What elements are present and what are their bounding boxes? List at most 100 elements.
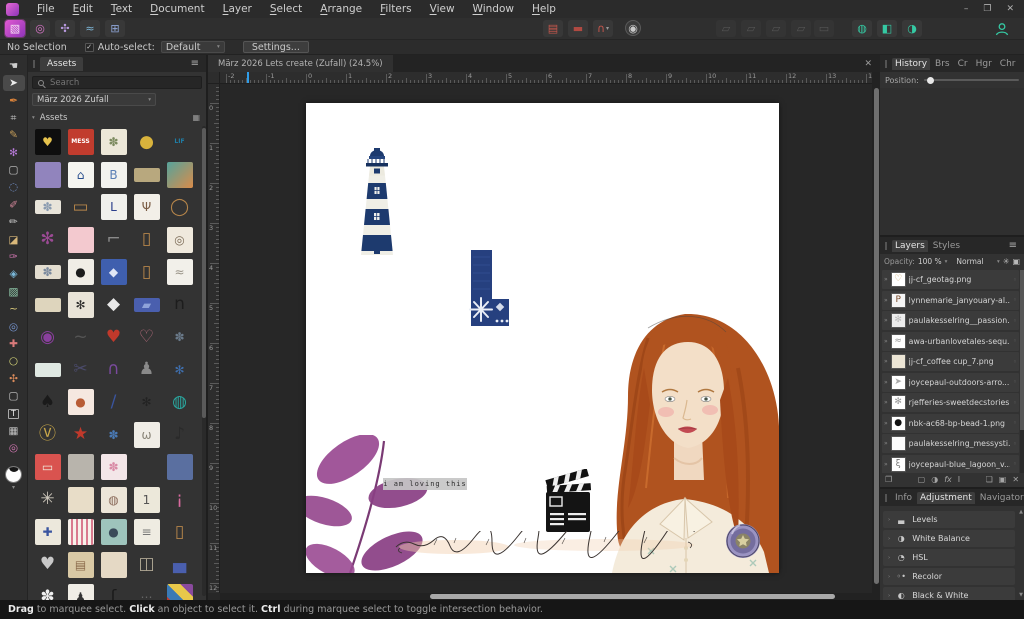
asset-life-letters[interactable]: LIF [167, 129, 193, 155]
assets-scrollbar[interactable] [202, 126, 206, 596]
asset-red-star[interactable]: ★ [68, 422, 94, 448]
layer-row[interactable]: »ξjoycepaul-blue_lagoon_v...◦ [882, 455, 1019, 474]
selection-brush-tool[interactable]: ✎ [3, 128, 25, 144]
panel-menu-icon[interactable]: ≡ [1004, 240, 1022, 251]
tab-styles[interactable]: Styles [930, 240, 963, 252]
asset-blue-blossoms[interactable]: ✽ [101, 422, 127, 448]
asset-floral-paper[interactable] [68, 487, 94, 513]
auto-select-preset-dropdown[interactable]: Default ▾ [161, 41, 225, 53]
tone-mapping-persona-button[interactable]: ≈ [80, 20, 100, 37]
asset-scissors-sticker[interactable]: ✂ [68, 357, 94, 383]
layer-edit-indicator-icon[interactable]: ◦ [1013, 378, 1017, 386]
panel-grip-icon[interactable]: ‖ [882, 493, 890, 502]
asset-blue-pattern-tape[interactable]: ▰ [134, 298, 160, 312]
asset-stacked-cars[interactable]: ▤ [68, 552, 94, 578]
layer-edit-indicator-icon[interactable]: ◦ [1013, 317, 1017, 325]
asset-ink-wisp[interactable]: ~ [68, 324, 94, 350]
assets-section-header[interactable]: ▾ Assets ▦ [32, 111, 204, 124]
tab-history[interactable]: History [892, 58, 930, 70]
tab-layers[interactable]: Layers [892, 240, 928, 252]
asset-metal-corner-frame[interactable]: ⌐ [101, 227, 127, 253]
tab-navigator[interactable]: Navigator [977, 492, 1024, 504]
history-position-slider[interactable] [924, 79, 1019, 81]
mesh-warp-tool[interactable]: ▦ [3, 423, 25, 439]
asset-white-ghost-bird[interactable]: ✽ [35, 584, 61, 600]
asset-letter-b-card[interactable]: B [101, 162, 127, 188]
asset-chess-piece[interactable]: ♠ [35, 389, 61, 415]
link-layers-button[interactable]: ❐ [885, 476, 892, 484]
document-tab[interactable]: März 2026 Lets create (Zufall) (24.5%) [208, 55, 393, 72]
dodge-brush-tool[interactable]: ○ [3, 354, 25, 370]
adjustment-white-balance[interactable]: ›◑White Balance [883, 530, 1015, 547]
asset-ink-splat[interactable]: ✻ [134, 389, 160, 415]
close-button[interactable]: ✕ [1006, 4, 1014, 14]
lock-icon[interactable]: ▣ [1012, 257, 1020, 266]
asset-v-monogram-badge[interactable]: Ⓥ [35, 422, 61, 448]
asset-silver-heart[interactable]: ♥ [35, 552, 61, 578]
shape-tool[interactable]: ▢ [3, 388, 25, 404]
boolean-subtract-button[interactable]: ◧ [877, 20, 897, 37]
asset-blue-tile-square[interactable]: ◆ [101, 259, 127, 285]
asset-redhead-portrait-mini[interactable]: ● [68, 389, 94, 415]
menu-select[interactable]: Select [261, 3, 311, 15]
assistant-button[interactable]: ◉ [625, 20, 641, 36]
develop-persona-button[interactable]: ✣ [55, 20, 75, 37]
pixel-brush-tool[interactable]: ✏ [3, 215, 25, 231]
scroll-up-icon[interactable]: ▲ [1019, 509, 1023, 515]
pixel-selection-button[interactable]: ▬ [568, 20, 588, 37]
asset-text-block[interactable]: ≡ [134, 519, 160, 545]
asset-watercolor-square[interactable] [167, 162, 193, 188]
layer-edit-indicator-icon[interactable]: ◦ [1013, 460, 1017, 468]
tab-hgr[interactable]: Hgr [973, 58, 995, 70]
gear-icon[interactable]: ✳ [1003, 257, 1010, 266]
menu-layer[interactable]: Layer [214, 3, 261, 15]
menu-filters[interactable]: Filters [371, 3, 420, 15]
assets-category-dropdown[interactable]: März 2026 Zufall ▾ [32, 93, 156, 106]
asset-gold-frame-2[interactable]: ▯ [134, 259, 160, 285]
mask-layer-button[interactable]: ▢ [918, 476, 926, 484]
account-button[interactable] [992, 20, 1012, 37]
tab-sto[interactable]: Sto [1020, 58, 1024, 70]
asset-mess-word-label[interactable]: MESS [68, 129, 94, 155]
asset-owl-sticker[interactable]: ◎ [167, 227, 193, 253]
expand-chevron-icon[interactable]: » [884, 399, 888, 406]
layer-row[interactable]: »≈awa-urbanlovetales-sequ...◦ [882, 332, 1019, 351]
asset-strawberry-sticker[interactable]: ♥ [101, 324, 127, 350]
settings-button[interactable]: Settings... [243, 41, 309, 53]
expand-chevron-icon[interactable]: » [884, 317, 888, 324]
flood-select-tool[interactable]: ✻ [3, 145, 25, 161]
layer-edit-indicator-icon[interactable]: ◦ [1013, 399, 1017, 407]
opacity-value[interactable]: 100 % [918, 257, 942, 266]
asset-patch-quilt[interactable] [167, 584, 193, 600]
flood-fill-tool[interactable]: ◈ [3, 267, 25, 283]
layer-edit-indicator-icon[interactable]: ◦ [1013, 276, 1017, 284]
tab-assets[interactable]: Assets [40, 57, 83, 71]
color-well[interactable] [5, 466, 22, 483]
delete-layer-button[interactable]: ✕ [1012, 476, 1019, 484]
expand-chevron-icon[interactable]: » [884, 379, 888, 386]
move-tool[interactable]: ➤ [3, 75, 25, 91]
menu-help[interactable]: Help [523, 3, 565, 15]
asset-deer-sticker[interactable]: Ψ [134, 194, 160, 220]
expand-chevron-icon[interactable]: » [884, 420, 888, 427]
layer-edit-indicator-icon[interactable]: ◦ [1013, 337, 1017, 345]
canvas-vertical-scrollbar[interactable] [872, 72, 880, 600]
marquee-select-tool[interactable]: ▢ [3, 162, 25, 178]
asset-gold-frame-3[interactable]: ▯ [167, 519, 193, 545]
asset-folded-blue-paper[interactable] [167, 454, 193, 480]
menu-view[interactable]: View [421, 3, 464, 15]
letter-l-artwork[interactable] [464, 249, 516, 327]
menu-document[interactable]: Document [141, 3, 213, 15]
layer-row[interactable]: »●nbk-ac68-bp-bead-1.png◦ [882, 414, 1019, 433]
canvas-horizontal-scrollbar[interactable] [220, 593, 872, 600]
tab-chr[interactable]: Chr [997, 58, 1019, 70]
asset-floral-plate[interactable]: ✽ [101, 454, 127, 480]
color-picker-tool[interactable]: ✒ [3, 93, 25, 109]
asset-kraft-tape[interactable] [35, 298, 61, 312]
asset-dark-floral-stamp[interactable]: ✻ [68, 292, 94, 318]
asset-sketched-heart[interactable]: ♡ [134, 324, 160, 350]
asset-seagull-sticker[interactable]: ω [134, 422, 160, 448]
asset-purple-arc[interactable]: ∩ [101, 357, 127, 383]
layer-row[interactable]: »Plynnemarie_janyouary-al...◦ [882, 291, 1019, 310]
asset-beige-card[interactable] [101, 552, 127, 578]
